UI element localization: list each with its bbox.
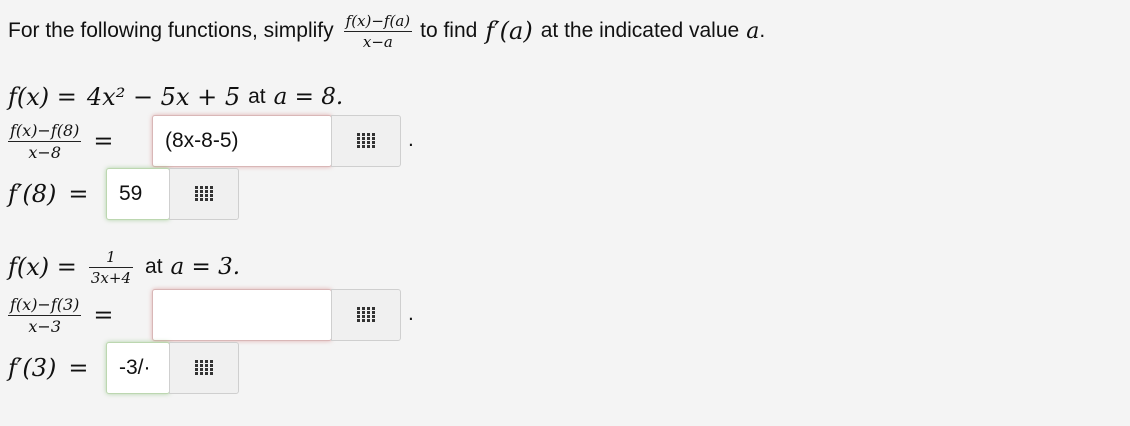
function-at-value: a = 8. <box>273 84 344 110</box>
problem-2-quotient: f(x)−f(3) x−3 = <box>8 289 114 341</box>
function-fraction: 1 3x+4 <box>88 247 134 287</box>
instruction-variable: a <box>746 18 760 44</box>
problem-1-quotient: f(x)−f(8) x−8 = <box>8 115 114 167</box>
instruction-text-mid: to find <box>420 19 478 42</box>
instruction-text: For the following functions, simplify <box>8 19 334 42</box>
function-at-value: a = 3. <box>170 254 241 280</box>
instruction-fraction-num: f(x)−f(a) <box>345 11 411 30</box>
difference-quotient: f(x)−f(8) x−8 <box>8 120 82 162</box>
period: . <box>408 128 414 151</box>
quotient-answer-input[interactable] <box>152 289 332 341</box>
instruction-text-after: at the indicated value <box>540 19 740 42</box>
equals-sign: = <box>68 180 89 208</box>
difference-quotient: f(x)−f(3) x−3 <box>8 294 82 336</box>
instruction: For the following functions, simplify f(… <box>8 10 765 52</box>
derivative-answer-input[interactable]: -3/· <box>106 342 170 394</box>
math-keyboard-button[interactable] <box>331 115 401 167</box>
math-keyboard-button[interactable] <box>169 168 239 220</box>
derivative-answer-input[interactable]: 59 <box>106 168 170 220</box>
difference-quotient-den: x−3 <box>8 314 82 336</box>
instruction-period: . <box>759 19 766 42</box>
equals-sign: = <box>68 354 89 382</box>
keyboard-grid-icon <box>195 186 213 202</box>
instruction-fraction: f(x)−f(a) x−a <box>343 11 413 51</box>
function-at: at <box>248 85 266 108</box>
math-keyboard-button[interactable] <box>169 342 239 394</box>
problem-2-derivative: f′(3) = <box>8 342 88 394</box>
instruction-derivative: f′(a) <box>485 17 533 45</box>
problem-1-derivative: f′(8) = <box>8 168 88 220</box>
keyboard-grid-icon <box>195 360 213 376</box>
function-lhs: f(x) = <box>8 253 77 281</box>
difference-quotient-num: f(x)−f(3) <box>10 294 80 314</box>
keyboard-grid-icon <box>357 307 375 323</box>
problem-1-function: f(x) = 4x² − 5x + 5 at a = 8. <box>8 80 343 114</box>
difference-quotient-den: x−8 <box>8 140 82 162</box>
function-lhs: f(x) = <box>8 83 77 111</box>
equals-sign: = <box>93 127 114 155</box>
math-keyboard-button[interactable] <box>331 289 401 341</box>
problem-2-function: f(x) = 1 3x+4 at a = 3. <box>8 246 240 288</box>
keyboard-grid-icon <box>357 133 375 149</box>
derivative-label: f′(3) <box>8 354 57 382</box>
function-at: at <box>145 255 163 278</box>
instruction-fraction-den: x−a <box>343 30 413 51</box>
function-fraction-num: 1 <box>106 247 116 266</box>
quotient-answer-input[interactable]: (8x-8-5) <box>152 115 332 167</box>
difference-quotient-num: f(x)−f(8) <box>10 120 80 140</box>
period: . <box>408 302 414 325</box>
function-rhs: 4x² − 5x + 5 <box>86 83 241 111</box>
derivative-label: f′(8) <box>8 180 57 208</box>
function-fraction-den: 3x+4 <box>88 266 134 287</box>
equals-sign: = <box>93 301 114 329</box>
